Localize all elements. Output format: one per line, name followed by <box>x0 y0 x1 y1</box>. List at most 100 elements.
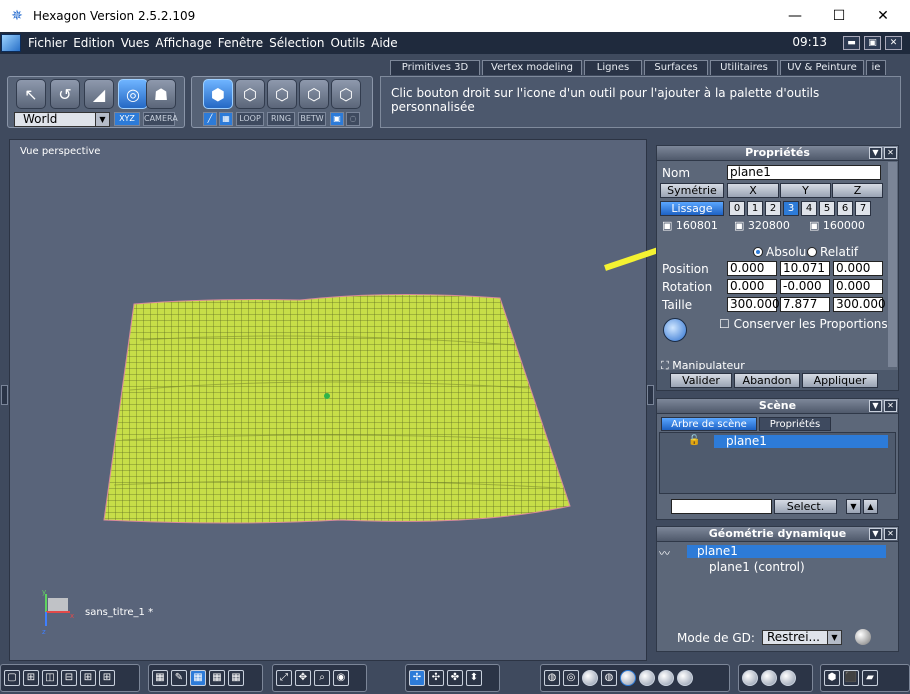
grid-green-icon[interactable]: ▦ <box>228 670 244 686</box>
size-z-field[interactable]: 300.000 <box>833 297 886 312</box>
layout-quad-icon[interactable]: ⊞ <box>23 670 39 686</box>
menu-edition[interactable]: Edition <box>70 36 118 50</box>
scene-item-plane1[interactable]: plane1 <box>714 435 888 448</box>
symmetry-y-button[interactable]: Y <box>780 183 831 198</box>
grid-icon[interactable]: ▦ <box>152 670 168 686</box>
level-0-button[interactable]: 0 <box>729 201 745 216</box>
smoothing-button[interactable]: Lissage <box>660 201 724 216</box>
sphere-icon[interactable] <box>855 629 871 645</box>
auto-mode-icon[interactable]: ⬡ <box>331 79 361 109</box>
tab-utilitaires[interactable]: Utilitaires <box>710 60 778 75</box>
chevron-down-icon[interactable]: ▼ <box>869 147 882 159</box>
chevron-down-icon[interactable]: ▼ <box>869 400 882 412</box>
zoom-icon[interactable]: ⌕ <box>314 670 330 686</box>
properties-scrollbar[interactable] <box>888 162 897 367</box>
rotation-y-field[interactable]: -0.000 <box>780 279 830 294</box>
zoom-all-icon[interactable]: ⤢ <box>276 670 292 686</box>
perspective-viewport[interactable]: Vue perspective y x z sans_titre_1 * <box>9 139 647 661</box>
wire-sphere-icon[interactable]: ◎ <box>563 670 579 686</box>
menu-fichier[interactable]: Fichier <box>25 36 70 50</box>
layout-four-icon[interactable]: ⊞ <box>99 670 115 686</box>
display-box-icon[interactable]: ⬛ <box>843 670 859 686</box>
validate-button[interactable]: Valider <box>670 373 732 388</box>
scene-filter-input[interactable] <box>671 499 772 514</box>
symmetry-z-button[interactable]: Z <box>832 183 883 198</box>
level-1-button[interactable]: 1 <box>747 201 763 216</box>
ghost-icon[interactable]: ☗ <box>146 79 176 109</box>
eye-icon[interactable]: ◉ <box>333 670 349 686</box>
close-icon[interactable]: ✕ <box>884 528 897 540</box>
menu-aide[interactable]: Aide <box>368 36 401 50</box>
close-icon[interactable]: ✕ <box>884 147 897 159</box>
tab-scene-properties[interactable]: Propriétés <box>759 417 831 431</box>
symmetry-x-button[interactable]: X <box>727 183 779 198</box>
level-4-button[interactable]: 4 <box>801 201 817 216</box>
doc-close-button[interactable]: ✕ <box>885 36 902 50</box>
textured-icon[interactable] <box>639 670 655 686</box>
doc-minimize-button[interactable]: ▬ <box>843 36 860 50</box>
shrink-icon[interactable]: ◌ <box>346 112 360 126</box>
chevron-down-icon[interactable]: ▼ <box>869 528 882 540</box>
tab-vertex-modeling[interactable]: Vertex modeling <box>482 60 582 75</box>
rotation-x-field[interactable]: 0.000 <box>727 279 777 294</box>
brush-icon[interactable]: ╱ <box>203 112 217 126</box>
level-2-button[interactable]: 2 <box>765 201 781 216</box>
size-x-field[interactable]: 300.000 <box>727 297 780 312</box>
right-panel-handle[interactable] <box>647 385 654 405</box>
menu-outils[interactable]: Outils <box>327 36 368 50</box>
keep-proportions-checkbox[interactable]: ☐ Conserver les Proportions <box>719 317 888 331</box>
loop-button[interactable]: LOOP <box>236 112 264 126</box>
layout-split-v-icon[interactable]: ◫ <box>42 670 58 686</box>
grid-red-icon[interactable]: ▦ <box>209 670 225 686</box>
shadow-icon[interactable] <box>761 670 777 686</box>
universal-icon[interactable]: ⬍ <box>466 670 482 686</box>
lock-eye-icon[interactable]: 🔓 <box>688 435 700 446</box>
wireframe-icon[interactable]: ◍ <box>544 670 560 686</box>
grid-plane-icon[interactable]: ▦ <box>190 670 206 686</box>
face-mode-icon[interactable]: ⬡ <box>299 79 329 109</box>
minimize-button[interactable]: — <box>772 0 818 32</box>
level-7-button[interactable]: 7 <box>855 201 871 216</box>
smooth-wire-icon[interactable]: ◍ <box>601 670 617 686</box>
rotation-z-field[interactable]: 0.000 <box>833 279 883 294</box>
brush-icon[interactable]: ✎ <box>171 670 187 686</box>
camera-button[interactable]: CAMERA <box>143 112 178 126</box>
between-button[interactable]: BETW <box>298 112 326 126</box>
edge-mode-icon[interactable]: ⬡ <box>267 79 297 109</box>
coordinate-system-select[interactable]: World ▼ <box>14 112 110 127</box>
tab-lignes[interactable]: Lignes <box>584 60 642 75</box>
scale-icon[interactable]: ✤ <box>447 670 463 686</box>
ring-button[interactable]: RING <box>267 112 295 126</box>
menu-fenetre[interactable]: Fenêtre <box>215 36 266 50</box>
absolute-radio[interactable]: Absolu <box>753 245 806 259</box>
close-button[interactable]: ✕ <box>860 0 906 32</box>
xray-icon[interactable] <box>658 670 674 686</box>
size-y-field[interactable]: 7.877 <box>780 297 830 312</box>
doc-restore-button[interactable]: ▣ <box>864 36 881 50</box>
menu-affichage[interactable]: Affichage <box>152 36 214 50</box>
layout-single-icon[interactable]: ▢ <box>4 670 20 686</box>
transform-gizmo-icon[interactable] <box>663 318 687 342</box>
layout-three-icon[interactable]: ⊞ <box>80 670 96 686</box>
position-z-field[interactable]: 0.000 <box>833 261 883 276</box>
universal-manipulator-icon[interactable]: ◎ <box>118 79 148 109</box>
close-icon[interactable]: ✕ <box>884 400 897 412</box>
render-icon[interactable] <box>677 670 693 686</box>
grow-icon[interactable]: ▣ <box>330 112 344 126</box>
object-mode-icon[interactable]: ⬢ <box>203 79 233 109</box>
xyz-button[interactable]: XYZ <box>114 112 140 126</box>
smooth-shade-icon[interactable] <box>620 670 636 686</box>
terrain-mesh[interactable] <box>10 140 648 662</box>
region-select-icon[interactable]: ▦ <box>219 112 233 126</box>
menu-vues[interactable]: Vues <box>118 36 153 50</box>
gd-mode-select[interactable]: Restrei... ▼ <box>762 630 842 645</box>
lasso-select-icon[interactable]: ↺ <box>50 79 80 109</box>
arrow-select-icon[interactable]: ↖ <box>16 79 46 109</box>
tab-uv-peinture[interactable]: UV & Peinture <box>780 60 864 75</box>
geo-item-plane1[interactable]: plane1 <box>687 545 886 558</box>
select-button[interactable]: Select. <box>774 499 837 514</box>
flat-shade-icon[interactable] <box>582 670 598 686</box>
pan-icon[interactable]: ✥ <box>295 670 311 686</box>
move-icon[interactable]: ✢ <box>409 670 425 686</box>
symmetry-button[interactable]: Symétrie <box>660 183 724 198</box>
